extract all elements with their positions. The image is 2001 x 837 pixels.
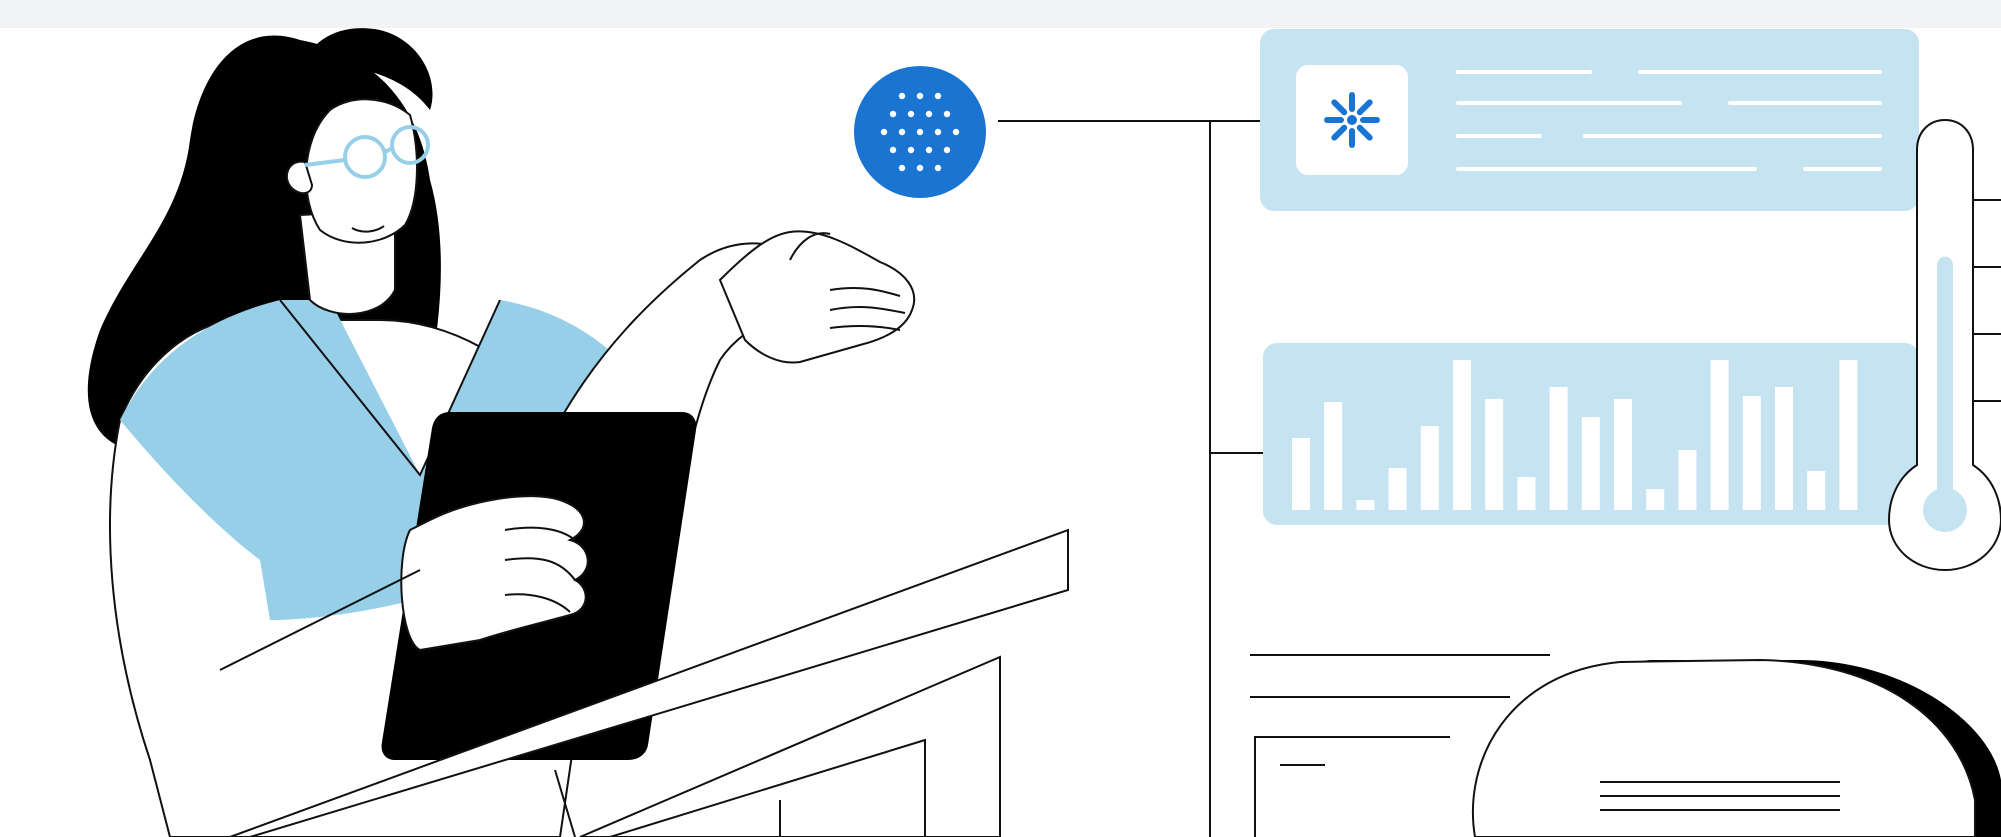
chip-dot-6 [943, 110, 951, 118]
chart-bar-9 [1549, 387, 1568, 510]
chip-dot-13 [907, 146, 915, 154]
chip-dot-8 [898, 128, 906, 136]
chip-dot-0 [898, 92, 906, 100]
chart-bar-6 [1453, 360, 1471, 510]
chart-bar-8 [1517, 477, 1536, 510]
chip-dot-10 [934, 128, 942, 136]
person-with-tablet [87, 28, 916, 837]
chart-bar-11 [1614, 399, 1632, 510]
chip-dot-11 [952, 128, 960, 136]
chip-dot-4 [907, 110, 915, 118]
chart-bar-5 [1420, 426, 1439, 510]
chip-dot-18 [934, 164, 942, 172]
chart-bar-16 [1775, 387, 1793, 510]
connector-lines [998, 120, 1263, 837]
chip-dot-9 [916, 128, 924, 136]
chart-bar-17 [1807, 471, 1826, 510]
illustration-svg [87, 28, 2001, 837]
chart-bar-1 [1292, 438, 1310, 510]
chart-bar-4 [1388, 468, 1407, 510]
chart-bar-2 [1324, 402, 1343, 510]
chart-bar-12 [1646, 489, 1665, 510]
chip-dot-14 [925, 146, 933, 154]
chart-bar-18 [1839, 360, 1858, 510]
chip-dot-1 [916, 92, 924, 100]
bar-chart-card [1263, 343, 1919, 525]
chip-dot-17 [916, 164, 924, 172]
chip-dot-5 [925, 110, 933, 118]
chip-dot-12 [889, 146, 897, 154]
illustration-canvas [0, 0, 2001, 837]
round-gauge [1471, 658, 2001, 837]
chip-dot-7 [880, 128, 888, 136]
chart-bar-3 [1356, 500, 1375, 510]
chart-bar-13 [1678, 450, 1697, 510]
chart-bar-14 [1710, 360, 1729, 510]
dotted-circle-icon [854, 66, 986, 198]
chip-dot-2 [934, 92, 942, 100]
info-card [1260, 29, 1919, 211]
face [305, 98, 418, 244]
chip-dot-16 [898, 164, 906, 172]
chart-bar-7 [1485, 399, 1504, 510]
chart-bar-15 [1742, 396, 1761, 510]
snowflake-icon [1324, 92, 1380, 148]
chart-bar-10 [1581, 417, 1600, 510]
chip-dot-3 [889, 110, 897, 118]
chip-dot-15 [943, 146, 951, 154]
